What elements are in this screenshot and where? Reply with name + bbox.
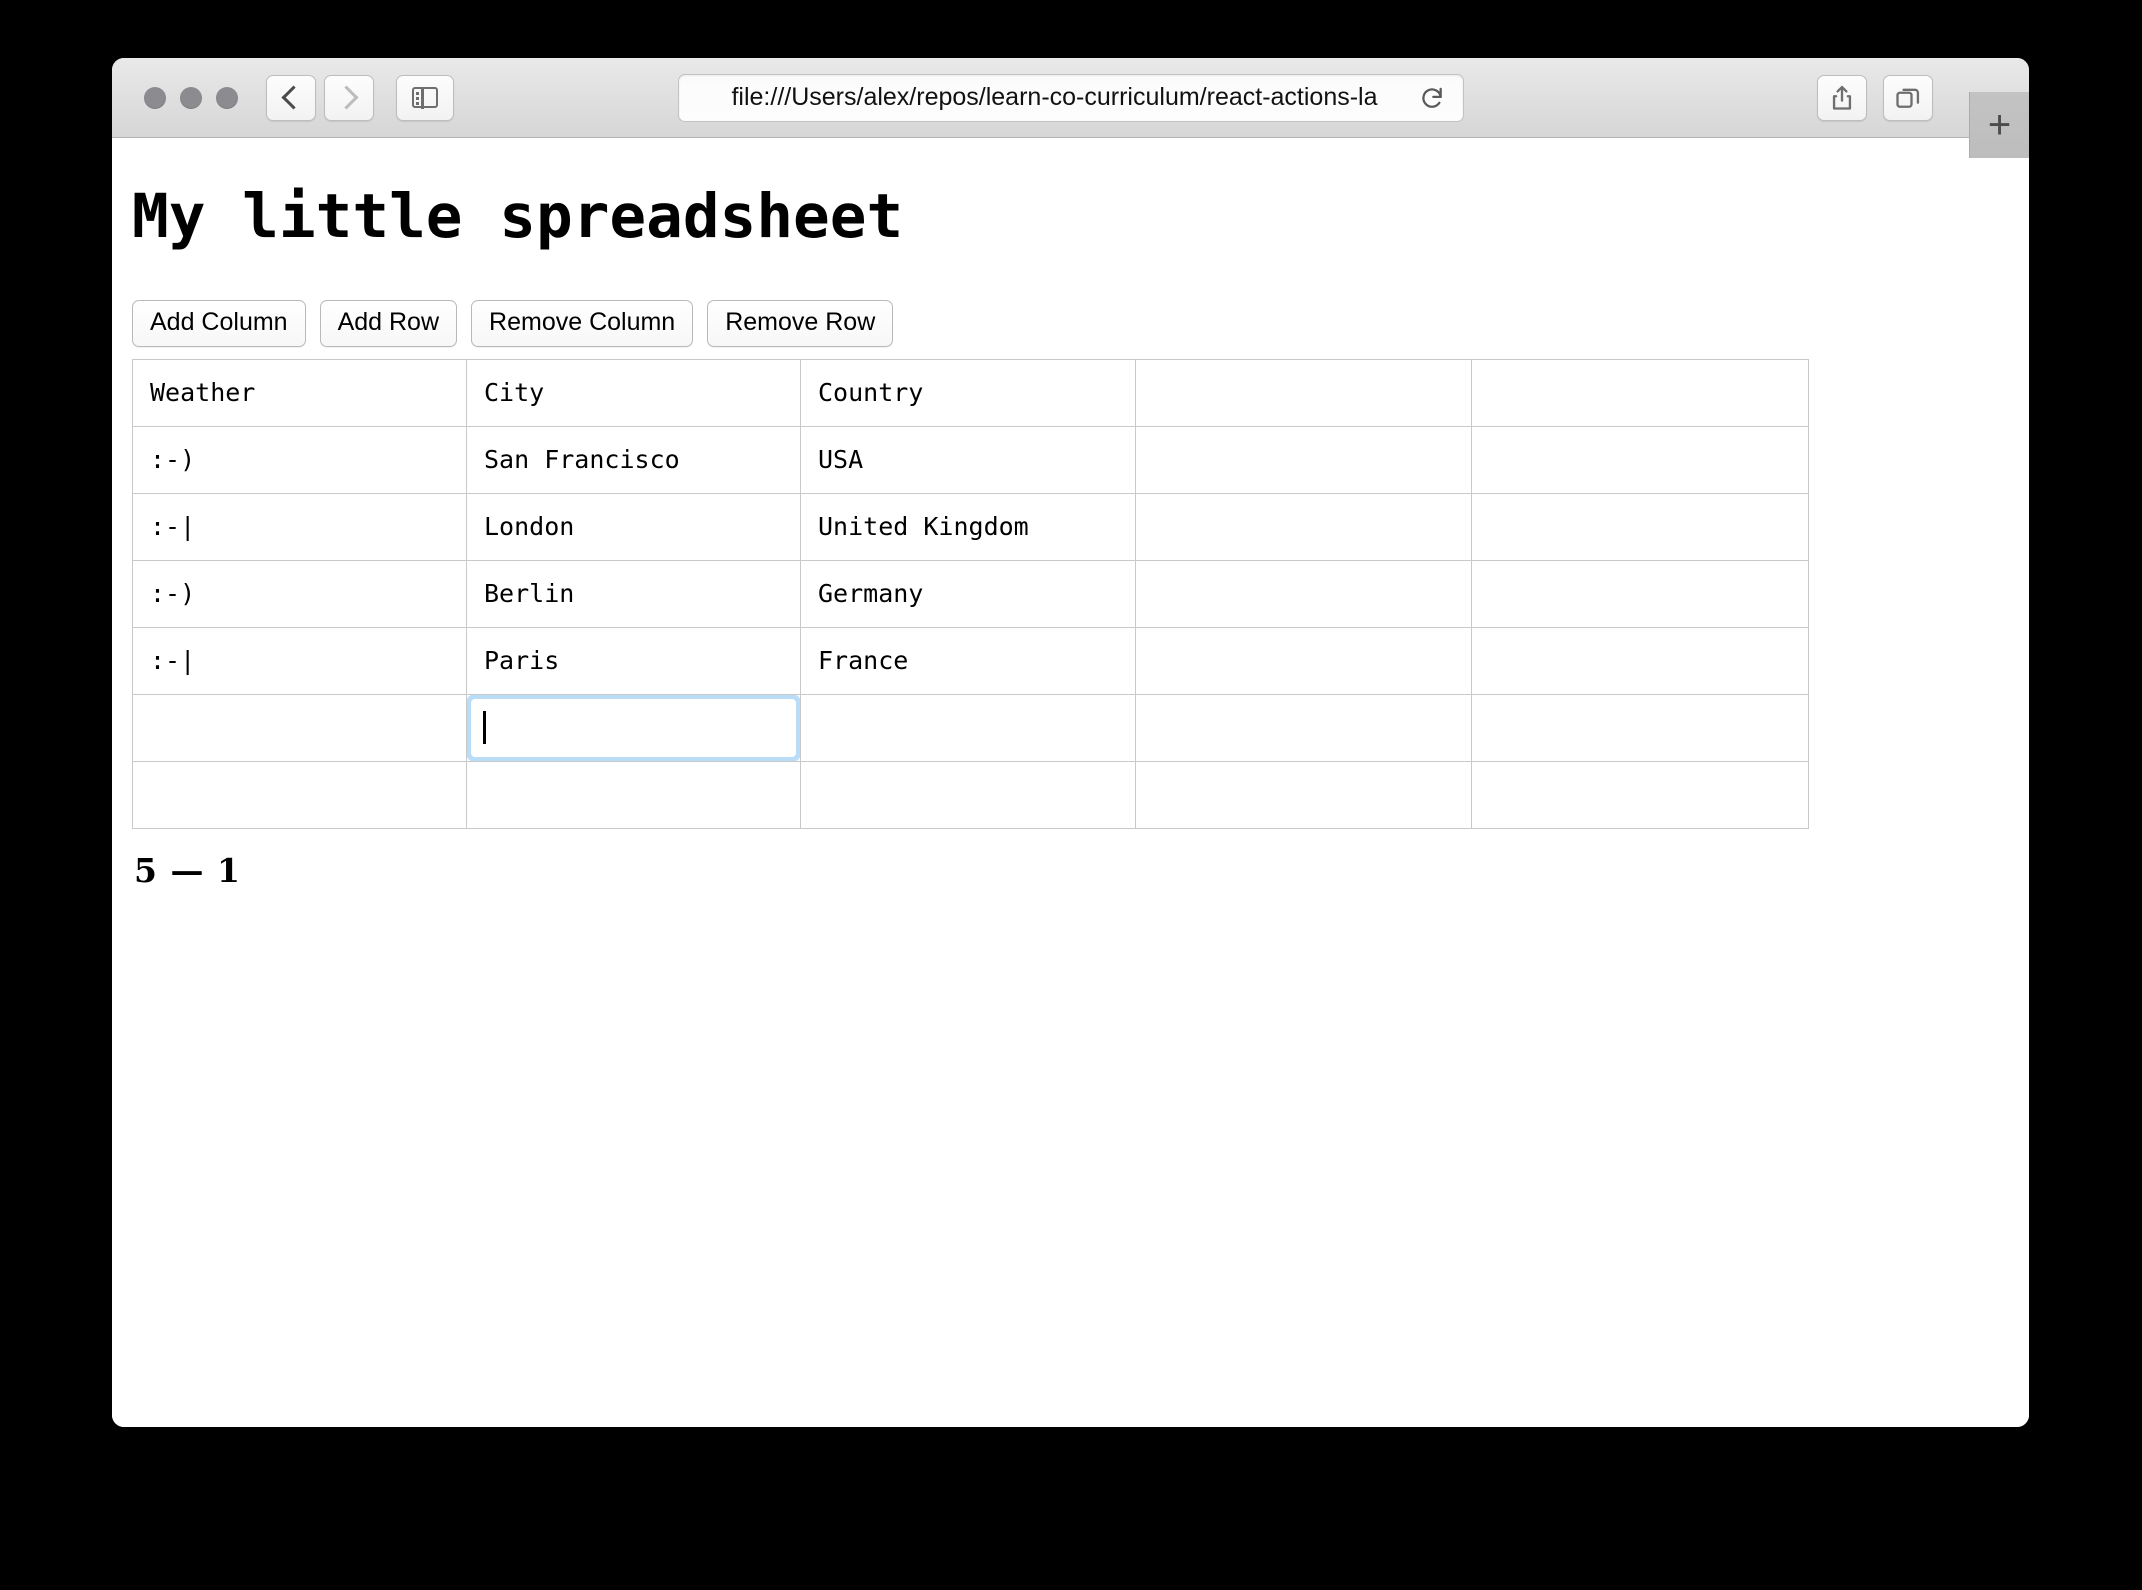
spreadsheet-table: Weather City Country :-) San Francisco U… xyxy=(132,358,1809,829)
browser-window: file:///Users/alex/repos/learn-co-curric… xyxy=(112,58,2029,1427)
reload-icon[interactable] xyxy=(1419,85,1445,111)
zoom-button[interactable] xyxy=(216,86,238,109)
table-cell[interactable] xyxy=(132,693,467,762)
table-row: Weather City Country xyxy=(132,358,1809,427)
table-cell[interactable] xyxy=(1135,626,1472,695)
forward-button[interactable] xyxy=(324,74,374,121)
cell-input[interactable] xyxy=(467,695,800,761)
table-cell[interactable] xyxy=(1471,760,1809,829)
table-cell[interactable] xyxy=(132,760,467,829)
table-cell[interactable] xyxy=(1471,626,1809,695)
toolbar-actions: Add Column Add Row Remove Column Remove … xyxy=(132,299,2029,347)
add-column-button[interactable]: Add Column xyxy=(132,299,306,347)
table-cell[interactable]: :-) xyxy=(132,425,467,494)
tab-overview-button[interactable] xyxy=(1883,74,1933,121)
new-tab-button[interactable]: + xyxy=(1969,92,2029,158)
sidebar-icon xyxy=(412,86,438,109)
table-cell[interactable] xyxy=(1135,492,1472,561)
table-cell[interactable] xyxy=(1135,693,1472,762)
table-cell[interactable] xyxy=(1471,425,1809,494)
remove-column-button[interactable]: Remove Column xyxy=(471,299,694,347)
close-button[interactable] xyxy=(144,86,166,109)
address-bar-container: file:///Users/alex/repos/learn-co-curric… xyxy=(677,73,1464,122)
table-cell[interactable] xyxy=(1135,760,1472,829)
table-cell[interactable]: :-) xyxy=(132,559,467,628)
table-cell[interactable]: Weather xyxy=(132,358,467,427)
table-cell[interactable]: United Kingdom xyxy=(800,492,1136,561)
table-cell[interactable]: Germany xyxy=(800,559,1136,628)
table-cell[interactable] xyxy=(1471,358,1809,427)
page-content: My little spreadsheet Add Column Add Row… xyxy=(112,138,2029,1427)
table-cell[interactable] xyxy=(1471,559,1809,628)
table-cell[interactable] xyxy=(1135,425,1472,494)
remove-row-button[interactable]: Remove Row xyxy=(707,299,894,347)
table-cell[interactable]: :-| xyxy=(132,626,467,695)
table-cell[interactable]: San Francisco xyxy=(466,425,801,494)
back-button[interactable] xyxy=(266,74,316,121)
table-cell[interactable]: France xyxy=(800,626,1136,695)
chevron-right-icon xyxy=(334,85,359,110)
table-cell[interactable]: USA xyxy=(800,425,1136,494)
table-cell[interactable]: City xyxy=(466,358,801,427)
address-bar[interactable]: file:///Users/alex/repos/learn-co-curric… xyxy=(677,73,1464,122)
chevron-left-icon xyxy=(281,85,306,110)
share-icon xyxy=(1832,85,1852,110)
spreadsheet-body: Weather City Country :-) San Francisco U… xyxy=(132,358,1809,829)
table-cell[interactable]: Paris xyxy=(466,626,801,695)
add-row-button[interactable]: Add Row xyxy=(319,299,458,347)
table-cell[interactable] xyxy=(1471,693,1809,762)
table-row: :-| London United Kingdom xyxy=(132,492,1809,561)
table-cell[interactable]: :-| xyxy=(132,492,467,561)
table-cell[interactable] xyxy=(800,693,1136,762)
share-button[interactable] xyxy=(1817,74,1867,121)
table-cell[interactable] xyxy=(800,760,1136,829)
focused-cell[interactable] xyxy=(466,693,801,762)
table-cell[interactable] xyxy=(1471,492,1809,561)
table-row: :-| Paris France xyxy=(132,626,1809,695)
table-cell[interactable]: Country xyxy=(800,358,1136,427)
navigation-buttons xyxy=(266,74,374,121)
sidebar-toggle-button[interactable] xyxy=(396,74,454,121)
browser-toolbar: file:///Users/alex/repos/learn-co-curric… xyxy=(112,58,2029,158)
table-row xyxy=(132,760,1809,829)
table-row: :-) San Francisco USA xyxy=(132,425,1809,494)
text-caret xyxy=(483,711,486,745)
table-cell[interactable]: Berlin xyxy=(466,559,801,628)
table-row xyxy=(132,693,1809,762)
table-cell[interactable] xyxy=(466,760,801,829)
table-cell[interactable] xyxy=(1135,358,1472,427)
window-controls xyxy=(144,86,238,109)
table-cell[interactable] xyxy=(1135,559,1472,628)
status-text: 5 — 1 xyxy=(134,850,241,890)
minimize-button[interactable] xyxy=(180,86,202,109)
table-cell[interactable]: London xyxy=(466,492,801,561)
url-text: file:///Users/alex/repos/learn-co-curric… xyxy=(731,83,1378,111)
tabs-icon xyxy=(1896,88,1920,108)
page-title: My little spreadsheet xyxy=(132,181,904,252)
table-row: :-) Berlin Germany xyxy=(132,559,1809,628)
toolbar-right-group xyxy=(1817,74,1933,121)
